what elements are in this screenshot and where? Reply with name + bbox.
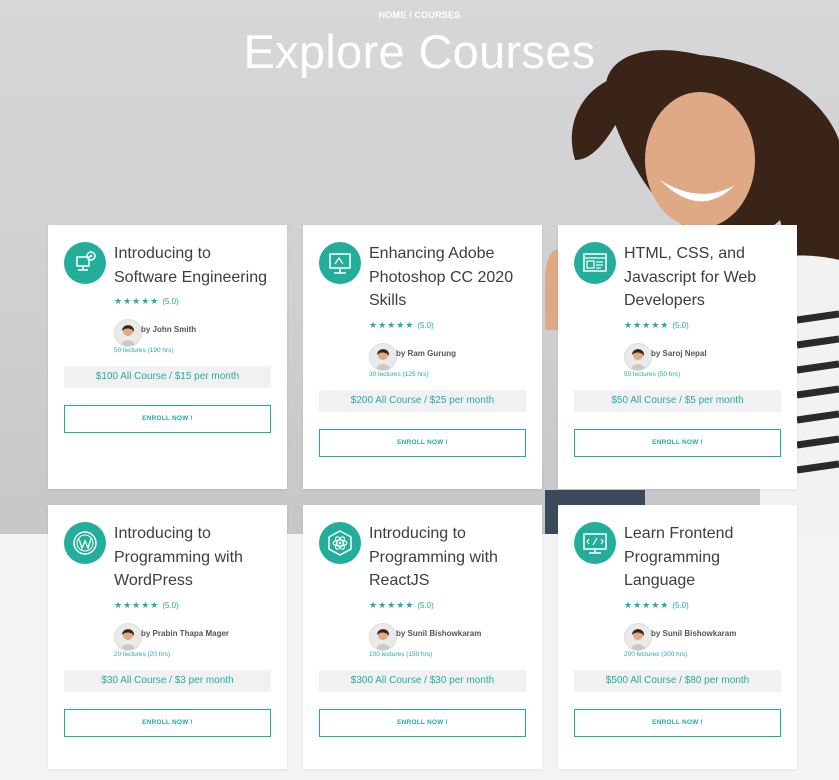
course-price: $300 All Course / $30 per month — [319, 669, 526, 692]
course-title-line[interactable]: Programming with — [114, 546, 274, 570]
course-rating: ★★★★★ (5.0) — [114, 296, 179, 306]
instructor-avatar — [369, 622, 397, 651]
lectures-count: 50 lectures (190 hrs) — [114, 347, 174, 354]
star-rating-icon: ★★★★★ — [369, 599, 415, 610]
rating-value: (5.0) — [162, 600, 179, 610]
course-title-line[interactable]: ReactJS — [369, 569, 529, 593]
star-rating-icon: ★★★★★ — [369, 319, 415, 330]
course-title-line[interactable]: Introducing to — [114, 522, 274, 546]
course-price: $500 All Course / $80 per month — [574, 669, 781, 692]
course-card: Enhancing Adobe Photoshop CC 2020 Skills ★★… — [303, 225, 542, 489]
rating-value: (5.0) — [672, 320, 689, 330]
enroll-now-button[interactable]: ENROLL NOW ! — [319, 428, 526, 457]
web-layout-icon — [574, 242, 616, 284]
breadcrumb[interactable]: HOME / COURSES — [0, 10, 839, 20]
lectures-count: 100 lectures (150 hrs) — [369, 650, 433, 658]
lectures-count: 20 lectures (20 hrs) — [114, 650, 170, 658]
course-title-line[interactable]: Developers — [624, 289, 784, 313]
course-title-line[interactable]: Programming — [624, 546, 784, 570]
star-rating-icon: ★★★★★ — [624, 319, 670, 330]
enroll-now-button[interactable]: ENROLL NOW ! — [574, 708, 781, 737]
instructor-avatar — [369, 342, 397, 371]
rating-value: (5.0) — [672, 600, 689, 610]
rating-value: (5.0) — [417, 320, 434, 330]
course-title-line[interactable]: Learn Frontend — [624, 522, 784, 546]
course-title-line[interactable]: WordPress — [114, 569, 274, 593]
computer-gear-icon — [64, 242, 106, 284]
course-title[interactable]: Introducing to Programming with ReactJS — [369, 522, 529, 593]
enroll-now-button[interactable]: ENROLL NOW ! — [574, 428, 781, 457]
instructor-name: by Sunil Bishowkaram — [396, 628, 482, 638]
design-board-icon — [319, 242, 361, 284]
course-rating: ★★★★★ (5.0) — [369, 600, 434, 610]
course-title-line[interactable]: Introducing to — [369, 522, 529, 546]
star-rating-icon: ★★★★★ — [114, 296, 160, 306]
course-title[interactable]: Introducing to Software Engineering — [114, 242, 274, 289]
rating-value: (5.0) — [417, 600, 434, 610]
course-title-line[interactable]: Enhancing Adobe — [369, 242, 529, 266]
lectures-count: 30 lectures (125 hrs) — [369, 370, 429, 378]
instructor-avatar — [114, 319, 142, 347]
course-card: Learn Frontend Programming Language ★★★★★ (5… — [558, 505, 797, 769]
course-price: $30 All Course / $3 per month — [64, 669, 271, 692]
course-title-line[interactable]: Javascript for Web — [624, 266, 784, 290]
instructor-name: by Sunil Bishowkaram — [651, 628, 737, 638]
instructor-avatar — [624, 342, 652, 371]
wordpress-icon — [64, 522, 106, 564]
course-title[interactable]: HTML, CSS, and Javascript for Web Develope… — [624, 242, 784, 313]
react-icon — [319, 522, 361, 564]
course-card: Introducing to Software Engineering ★★★★★(… — [48, 225, 287, 489]
course-title-line[interactable]: Language — [624, 569, 784, 593]
course-title[interactable]: Enhancing Adobe Photoshop CC 2020 Skills — [369, 242, 529, 313]
instructor-name: by Ram Gurung — [396, 348, 457, 358]
code-monitor-icon — [574, 522, 616, 564]
course-title[interactable]: Learn Frontend Programming Language — [624, 522, 784, 593]
instructor-name: by Prabin Thapa Mager — [141, 628, 230, 638]
course-title-line[interactable]: Skills — [369, 289, 529, 313]
course-title[interactable]: Introducing to Programming with WordPress — [114, 522, 274, 593]
instructor-name: by Saroj Nepal — [651, 348, 707, 358]
instructor-avatar — [624, 622, 652, 651]
course-rating: ★★★★★ (5.0) — [624, 320, 689, 330]
instructor-avatar — [114, 622, 142, 651]
course-rating: ★★★★★ (5.0) — [114, 600, 179, 610]
course-title-line[interactable]: Software Engineering — [114, 266, 274, 290]
course-price: $50 All Course / $5 per month — [574, 389, 781, 412]
course-price: $200 All Course / $25 per month — [319, 389, 526, 412]
instructor-name: by John Smith — [141, 325, 197, 334]
course-card: Introducing to Programming with ReactJS ★★★… — [303, 505, 542, 769]
course-rating: ★★★★★ (5.0) — [624, 600, 689, 610]
rating-value: (5.0) — [162, 297, 179, 306]
enroll-now-button[interactable]: ENROLL NOW ! — [319, 708, 526, 737]
course-title-line[interactable]: Introducing to — [114, 242, 274, 266]
star-rating-icon: ★★★★★ — [114, 599, 160, 610]
lectures-count: 200 lectures (300 hrs) — [624, 650, 688, 658]
course-title-line[interactable]: Programming with — [369, 546, 529, 570]
lectures-count: 50 lectures (50 hrs) — [624, 370, 680, 378]
course-title-line[interactable]: Photoshop CC 2020 — [369, 266, 529, 290]
star-rating-icon: ★★★★★ — [624, 599, 670, 610]
course-title-line[interactable]: HTML, CSS, and — [624, 242, 784, 266]
course-card: Introducing to Programming with WordPress ★… — [48, 505, 287, 769]
enroll-now-button[interactable]: ENROLL NOW ! — [64, 708, 271, 737]
page-title: Explore Courses — [243, 25, 596, 78]
enroll-now-button[interactable]: ENROLL NOW ! — [64, 405, 271, 433]
course-price: $100 All Course / $15 per month — [64, 366, 271, 388]
course-rating: ★★★★★ (5.0) — [369, 320, 434, 330]
course-card: HTML, CSS, and Javascript for Web Develope… — [558, 225, 797, 489]
